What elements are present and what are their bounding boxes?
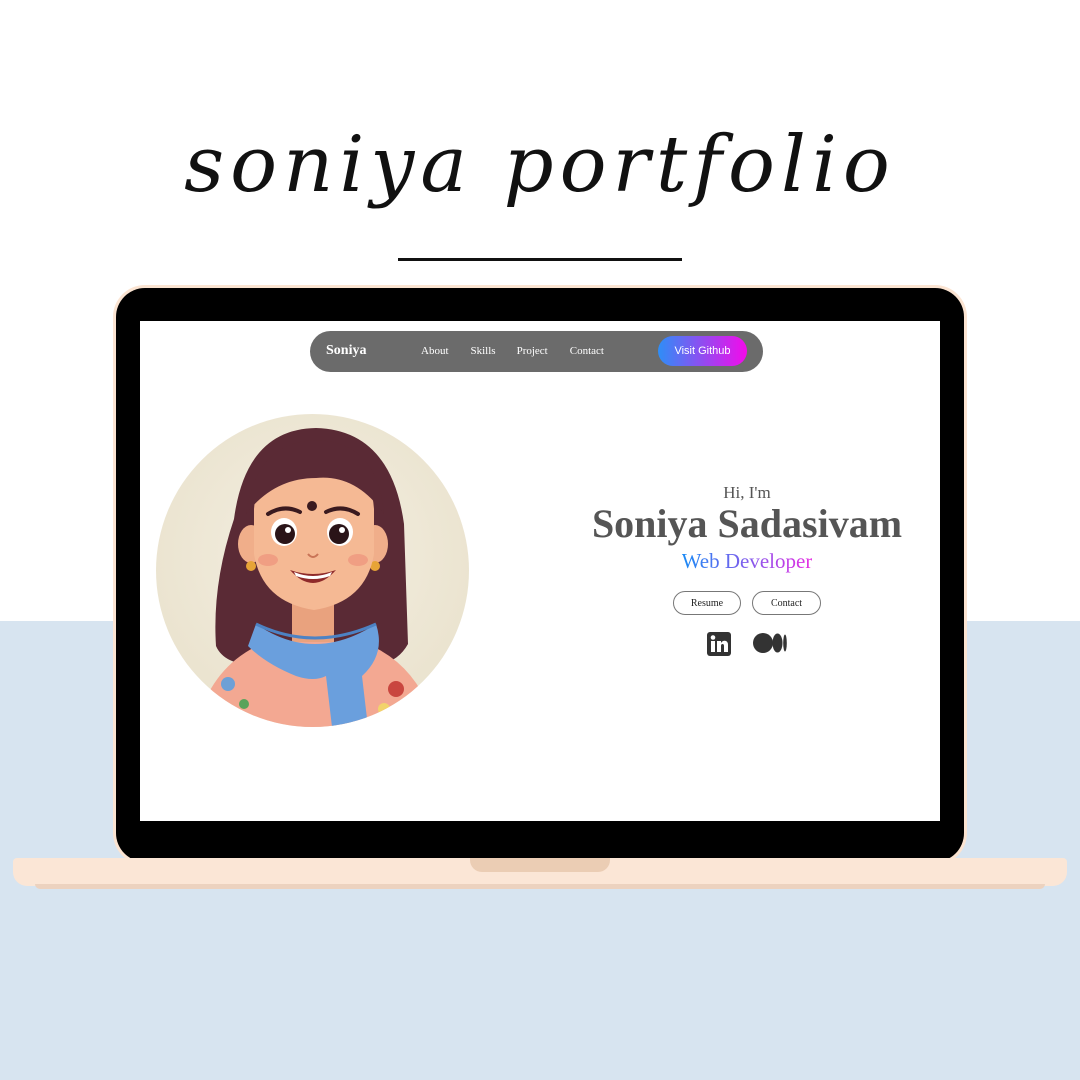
nav-links: About Skills Project Contact (421, 345, 626, 357)
role-subtitle: Web Developer (681, 549, 813, 573)
avatar-illustration (196, 428, 436, 727)
hero-title: soniya portfolio (184, 120, 896, 210)
resume-button[interactable]: Resume (673, 591, 741, 615)
social-links (560, 632, 934, 661)
navbar: Soniya About Skills Project Contact Visi… (310, 331, 763, 372)
nav-link-skills[interactable]: Skills (471, 345, 496, 357)
laptop-base-shadow (35, 884, 1045, 889)
hero-underline (398, 258, 682, 261)
laptop-notch (470, 858, 610, 872)
action-buttons: Resume Contact (560, 591, 934, 615)
greeting: Hi, I'm (723, 483, 771, 502)
nav-link-about[interactable]: About (421, 345, 449, 357)
contact-button[interactable]: Contact (752, 591, 821, 615)
laptop-screen: Soniya About Skills Project Contact Visi… (140, 321, 940, 821)
linkedin-icon[interactable] (707, 632, 731, 661)
visit-github-button[interactable]: Visit Github (658, 336, 747, 366)
nav-logo[interactable]: Soniya (326, 343, 366, 359)
intro: Hi, I'm Soniya Sadasivam Web Developer R… (560, 483, 934, 661)
nav-link-project[interactable]: Project (517, 345, 548, 357)
avatar (156, 414, 469, 727)
name-heading: Soniya Sadasivam (591, 501, 903, 546)
nav-link-contact[interactable]: Contact (570, 345, 604, 357)
medium-icon[interactable] (753, 632, 787, 661)
